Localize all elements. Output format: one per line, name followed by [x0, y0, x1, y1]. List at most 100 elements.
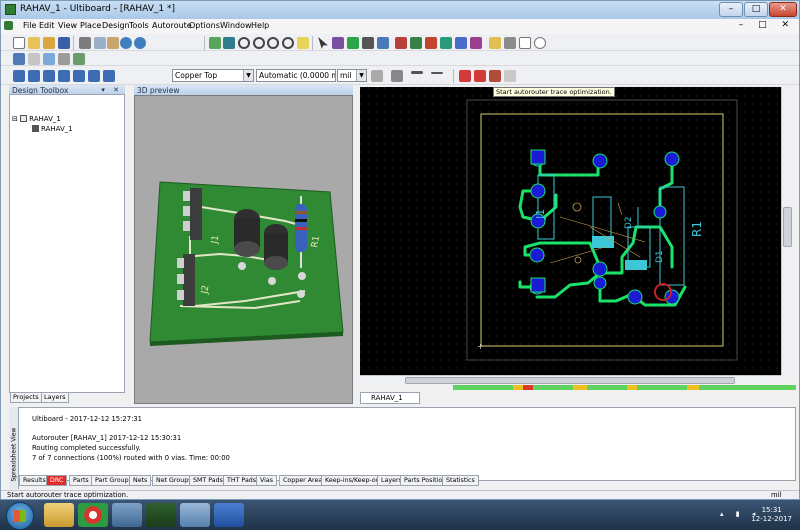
mdi-window-controls[interactable]: – □ ✕	[739, 20, 795, 30]
trace-tool-icon[interactable]	[395, 37, 407, 49]
tree-root[interactable]: ⊟ RAHAV_1	[12, 115, 61, 123]
file-explorer-icon[interactable]	[44, 503, 74, 527]
clock[interactable]: 15:31 12-12-2017	[751, 506, 792, 524]
tab-smt-pads[interactable]: SMT Pads	[189, 475, 227, 486]
zoom-area-icon[interactable]	[223, 37, 235, 49]
menu-options[interactable]: Options	[189, 21, 220, 30]
snap-icon[interactable]	[73, 53, 85, 65]
zoom-in-icon[interactable]	[238, 37, 250, 49]
layer-select[interactable]: Copper Top ▼	[172, 69, 254, 82]
tab-projects[interactable]: Projects	[10, 393, 42, 403]
zoom-out-icon[interactable]	[253, 37, 265, 49]
chrome-icon[interactable]	[78, 503, 108, 527]
bus-tool-icon[interactable]	[440, 37, 452, 49]
optimize-icon[interactable]	[504, 70, 516, 82]
text-tool-icon[interactable]	[489, 37, 501, 49]
menu-window[interactable]: Window	[220, 21, 252, 30]
vertical-scroll-thumb[interactable]	[783, 207, 792, 247]
tab-nets[interactable]: Nets	[129, 475, 152, 486]
start-button[interactable]	[6, 502, 34, 530]
line-width-icon[interactable]	[431, 72, 443, 74]
unit-select[interactable]: mil ▼	[337, 69, 367, 82]
autoroute-selected-icon[interactable]	[474, 70, 486, 82]
multisim-icon[interactable]	[112, 503, 142, 527]
place-part-icon[interactable]	[332, 37, 344, 49]
menu-autoroute[interactable]: Autoroute	[152, 21, 192, 30]
follow-me-icon[interactable]	[425, 37, 437, 49]
select-via-icon[interactable]	[58, 70, 70, 82]
minimize-button[interactable]: –	[719, 2, 743, 17]
undo-icon[interactable]	[120, 37, 132, 49]
redo-icon[interactable]	[134, 37, 146, 49]
collapse-icon[interactable]: ⊟	[12, 115, 18, 123]
grid-icon[interactable]	[43, 53, 55, 65]
toolbar-layers: Copper Top ▼ Automatic (0.0000 mil mil ▼	[1, 66, 799, 85]
3d-preview[interactable]: J1 R1 J2	[134, 95, 353, 404]
cut-icon[interactable]	[79, 37, 91, 49]
menu-help[interactable]: Help	[251, 21, 269, 30]
horizontal-scrollbar[interactable]	[360, 375, 781, 385]
menu-edit[interactable]: Edit	[39, 21, 55, 30]
autoroute-icon[interactable]	[459, 70, 471, 82]
line-tool-icon[interactable]	[410, 37, 422, 49]
open-icon[interactable]	[28, 37, 40, 49]
document-tab[interactable]: RAHAV_1	[360, 392, 420, 404]
blank-icon[interactable]	[519, 37, 531, 49]
paste-icon[interactable]	[107, 37, 119, 49]
select-part-icon[interactable]	[13, 70, 25, 82]
save-icon[interactable]	[58, 37, 70, 49]
zoom-fit-icon[interactable]	[282, 37, 294, 49]
copy-icon[interactable]	[94, 37, 106, 49]
select-shape-icon[interactable]	[88, 70, 100, 82]
select-pad-icon[interactable]	[43, 70, 55, 82]
group-select-icon[interactable]	[362, 37, 374, 49]
ultiboard-taskbar-icon[interactable]	[146, 503, 176, 527]
green-tool-icon[interactable]	[347, 37, 359, 49]
pcb-layout-canvas[interactable]: J1 R1 D1 D2 +	[360, 87, 781, 375]
grid-select[interactable]: Automatic (0.0000 mil	[256, 69, 336, 82]
tab-statistics[interactable]: Statistics	[442, 475, 479, 486]
open-folder-icon[interactable]	[43, 37, 55, 49]
shape-tool-icon[interactable]	[470, 37, 482, 49]
menu-view[interactable]: View	[58, 21, 77, 30]
zoom-selection-icon[interactable]	[267, 37, 279, 49]
ruler-icon[interactable]	[58, 53, 70, 65]
vertical-scrollbar[interactable]	[781, 87, 793, 375]
help-icon[interactable]	[534, 37, 546, 49]
zoom-full-icon[interactable]	[209, 37, 221, 49]
tree-child[interactable]: RAHAV_1	[32, 125, 73, 133]
via-tool-icon[interactable]	[455, 37, 467, 49]
tab-parts[interactable]: Parts	[69, 475, 93, 486]
chevron-down-icon[interactable]: ▼	[356, 70, 366, 81]
spreadsheet-view: Ultiboard - 2017-12-12 15:27:31 Autorout…	[9, 407, 796, 481]
select-text-icon[interactable]	[103, 70, 115, 82]
dimension-icon[interactable]	[504, 37, 516, 49]
board-icon[interactable]	[377, 37, 389, 49]
menu-design[interactable]: Design	[102, 21, 130, 30]
select-trace-icon[interactable]	[28, 70, 40, 82]
tab-layers[interactable]: Layers	[41, 393, 69, 403]
menu-file[interactable]: File	[23, 21, 36, 30]
ultiboard-app-icon[interactable]	[5, 4, 16, 15]
chevron-down-icon[interactable]: ▼	[243, 70, 253, 81]
new-icon[interactable]	[13, 37, 25, 49]
autoplace-icon[interactable]	[489, 70, 501, 82]
fill-pattern-icon[interactable]	[391, 70, 403, 82]
word-icon[interactable]	[214, 503, 244, 527]
menu-place[interactable]: Place	[80, 21, 101, 30]
view-icon[interactable]	[13, 53, 25, 65]
network-tool-icon[interactable]	[180, 503, 210, 527]
select-copper-icon[interactable]	[73, 70, 85, 82]
select-arrow-icon[interactable]	[318, 37, 328, 49]
tab-drc[interactable]: DRC	[46, 475, 68, 486]
tab-tht-pads[interactable]: THT Pads	[223, 475, 261, 486]
color-fill-icon[interactable]	[371, 70, 383, 82]
tab-vias[interactable]: Vias	[256, 475, 278, 486]
layer-icon[interactable]	[28, 53, 40, 65]
menu-tools[interactable]: Tools	[129, 21, 149, 30]
line-style-icon[interactable]	[411, 71, 423, 74]
close-button[interactable]: ✕	[769, 2, 797, 17]
pan-icon[interactable]	[297, 37, 309, 49]
horizontal-scroll-thumb[interactable]	[405, 377, 735, 384]
maximize-button[interactable]: □	[744, 2, 768, 17]
